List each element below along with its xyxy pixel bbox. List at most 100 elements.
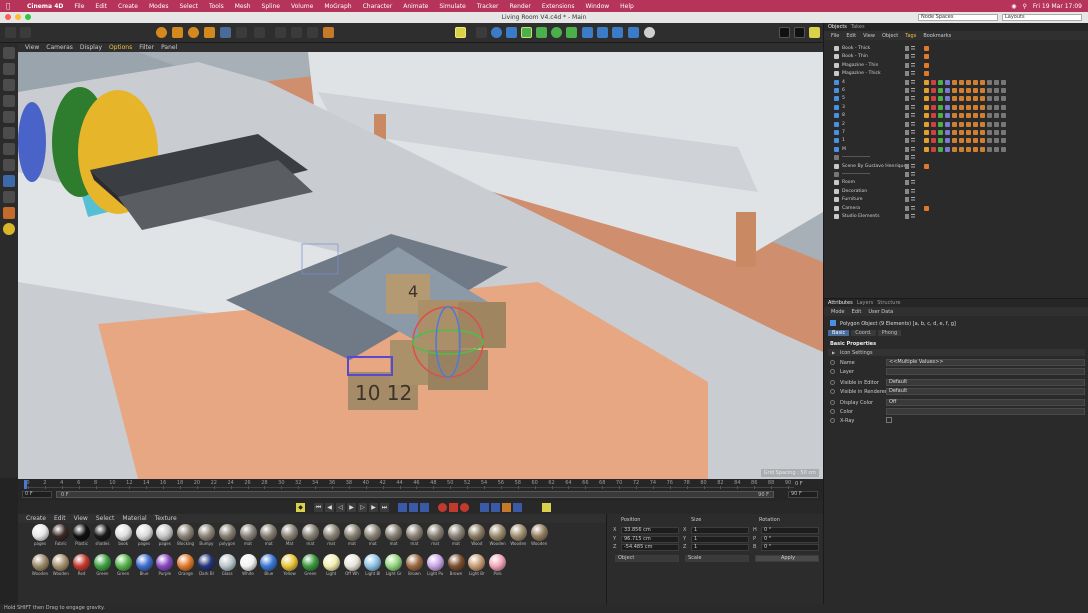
tag-icon[interactable] xyxy=(938,121,943,127)
tag-icon[interactable] xyxy=(966,88,971,93)
material-swatch[interactable]: mat xyxy=(425,524,445,547)
material-swatch[interactable]: mat xyxy=(342,524,362,547)
tag-icon[interactable] xyxy=(980,104,985,110)
tag-icon[interactable] xyxy=(931,79,936,85)
minimize-button[interactable] xyxy=(15,14,21,20)
material-swatch[interactable]: Purple xyxy=(155,554,175,577)
tag-icon[interactable] xyxy=(966,130,971,135)
tag-icon[interactable] xyxy=(931,130,936,135)
tag-icon[interactable] xyxy=(1001,113,1006,119)
visibility-toggle[interactable] xyxy=(905,155,909,161)
tag-icon[interactable] xyxy=(959,88,964,93)
start-frame-field[interactable]: 0 F xyxy=(22,491,52,498)
object-menu-bookmarks[interactable]: Bookmarks xyxy=(923,33,951,39)
object-menu-file[interactable]: File xyxy=(831,33,839,39)
menu-modes[interactable]: Modes xyxy=(149,3,168,10)
tag-icon[interactable] xyxy=(1001,146,1006,152)
viewport-menu-view[interactable]: View xyxy=(25,44,39,51)
tag-icon[interactable] xyxy=(980,130,985,135)
attribute-field[interactable]: <<Multiple Values>> xyxy=(886,359,1085,366)
render-visibility-dots[interactable] xyxy=(911,155,915,162)
tag-icon[interactable] xyxy=(1001,130,1006,135)
key-icon[interactable]: ◆ xyxy=(296,503,305,512)
go-to-start-icon[interactable]: ⏮ xyxy=(314,503,323,512)
tag-icon[interactable] xyxy=(973,88,978,93)
material-swatch[interactable]: Bumpy xyxy=(196,524,216,547)
tag-icon[interactable] xyxy=(973,146,978,152)
material-swatch[interactable]: Orange xyxy=(176,554,196,577)
tag-icon[interactable] xyxy=(966,113,971,119)
parameter-track-icon[interactable] xyxy=(513,503,522,512)
render-view-icon[interactable] xyxy=(476,27,487,38)
tag-icon[interactable] xyxy=(959,121,964,127)
attribute-field[interactable]: Default xyxy=(886,388,1085,395)
move-icon[interactable] xyxy=(172,27,183,38)
tag-icon[interactable] xyxy=(952,138,957,144)
size-mode-select[interactable]: Scale xyxy=(685,555,749,562)
tag-icon[interactable] xyxy=(945,113,950,119)
tag-icon[interactable] xyxy=(924,205,929,211)
tag-icon[interactable] xyxy=(938,113,943,119)
redo-icon[interactable] xyxy=(20,27,31,38)
material-swatch[interactable]: pages xyxy=(134,524,154,547)
tag-icon[interactable] xyxy=(959,146,964,152)
render-visibility-dots[interactable] xyxy=(911,205,915,212)
layouts-select[interactable]: Layouts xyxy=(1002,14,1082,21)
tab-structure[interactable]: Structure xyxy=(877,300,900,306)
tag-icon[interactable] xyxy=(980,113,985,119)
live-selection-icon[interactable] xyxy=(156,27,167,38)
render-region-icon[interactable] xyxy=(779,27,790,38)
render-visibility-dots[interactable] xyxy=(911,188,915,195)
material-swatch[interactable]: Wooden xyxy=(30,554,50,577)
subtab-phong[interactable]: Phong xyxy=(877,330,902,336)
menu-create[interactable]: Create xyxy=(118,3,138,10)
lock-workplane-icon[interactable] xyxy=(3,207,15,219)
object-row[interactable]: ----------------- xyxy=(828,154,1084,162)
cube-icon[interactable] xyxy=(491,27,502,38)
render-visibility-dots[interactable] xyxy=(911,71,915,78)
render-visibility-dots[interactable] xyxy=(911,46,915,52)
record-icon[interactable] xyxy=(398,503,407,512)
material-swatch[interactable]: mat xyxy=(300,524,320,547)
tag-icon[interactable] xyxy=(931,104,936,110)
volume-icon[interactable] xyxy=(597,27,608,38)
material-swatch[interactable]: Light Gr xyxy=(384,554,404,577)
menu-render[interactable]: Render xyxy=(510,3,531,10)
render-visibility-dots[interactable] xyxy=(911,54,915,61)
axis-x-icon[interactable] xyxy=(220,27,231,38)
field-icon[interactable] xyxy=(566,27,577,38)
object-row[interactable]: Scene By Gustavo Henrique xyxy=(828,163,1084,171)
coordinate-mode-select[interactable]: Object xyxy=(615,555,679,562)
undo-icon[interactable] xyxy=(5,27,16,38)
tag-icon[interactable] xyxy=(938,146,943,152)
rotation-field[interactable]: 0 ° xyxy=(761,535,819,543)
scale-track-icon[interactable] xyxy=(491,503,500,512)
apple-icon[interactable]:  xyxy=(6,2,16,10)
render-visibility-dots[interactable] xyxy=(911,104,915,111)
material-swatch[interactable]: Wooden xyxy=(488,524,508,547)
object-row[interactable]: Book - Thick xyxy=(828,45,1084,53)
tag-icon[interactable] xyxy=(931,113,936,119)
tag-icon[interactable] xyxy=(980,79,985,85)
menu-select[interactable]: Select xyxy=(179,3,198,10)
attribute-field[interactable]: Default xyxy=(886,379,1085,386)
object-row[interactable]: Magazine - Thick xyxy=(828,70,1084,78)
tag-icon[interactable] xyxy=(973,79,978,85)
material-menu-texture[interactable]: Texture xyxy=(155,515,177,522)
tag-icon[interactable] xyxy=(966,146,971,152)
make-editable-icon[interactable] xyxy=(3,47,15,59)
object-row[interactable]: Book - Thin xyxy=(828,53,1084,61)
object-row[interactable]: Magazine - Thin xyxy=(828,62,1084,70)
render-visibility-dots[interactable] xyxy=(911,88,915,94)
tag-icon[interactable] xyxy=(959,96,964,102)
tag-icon[interactable] xyxy=(924,88,929,93)
snap-icon[interactable] xyxy=(291,27,302,38)
tag-icon[interactable] xyxy=(945,96,950,102)
next-frame-icon[interactable]: ▷ xyxy=(358,503,367,512)
tag-icon[interactable] xyxy=(945,130,950,135)
material-swatch[interactable]: Green xyxy=(300,554,320,577)
zoom-button[interactable] xyxy=(25,14,31,20)
tag-icon[interactable] xyxy=(987,146,992,152)
menu-mograph[interactable]: MoGraph xyxy=(324,3,351,10)
apply-button[interactable]: Apply xyxy=(755,555,819,562)
